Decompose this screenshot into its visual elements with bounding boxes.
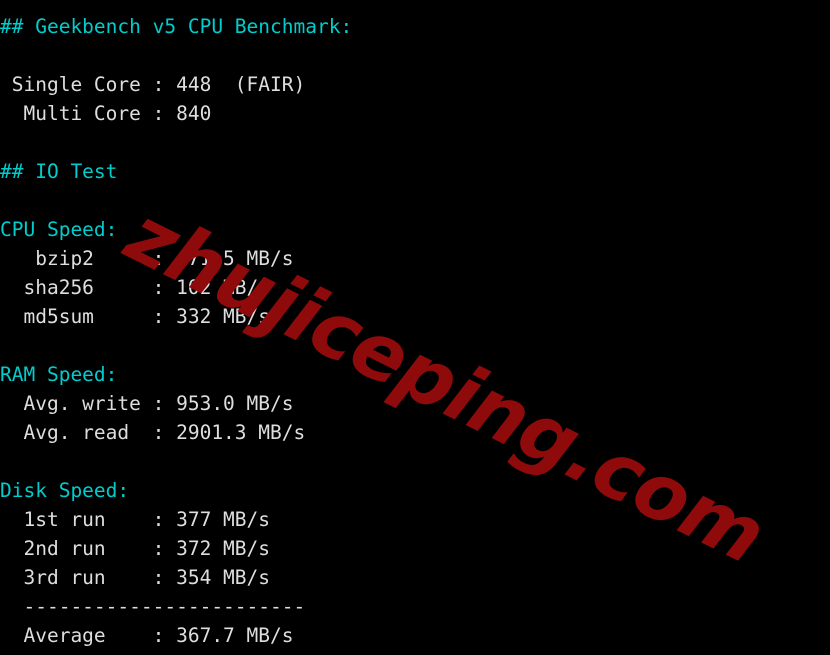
blank-2 [0, 128, 830, 157]
ram-read-row: Avg. read : 2901.3 MB/s [0, 421, 306, 444]
ram-write-row: Avg. write : 953.0 MB/s [0, 392, 294, 415]
disk-run-1-row: 1st run : 377 MB/s [0, 508, 271, 531]
md5sum-row: md5sum : 332 MB/s [0, 305, 271, 328]
disk-speed-heading: Disk Speed: [0, 479, 130, 502]
ram-speed-heading: RAM Speed: [0, 363, 118, 386]
sha256-row: sha256 : 102 MB/s [0, 276, 271, 299]
blank-3 [0, 186, 830, 215]
geekbench-heading: ## Geekbench v5 CPU Benchmark: [0, 15, 353, 38]
disk-run-2-row: 2nd run : 372 MB/s [0, 537, 271, 560]
blank-5 [0, 447, 830, 476]
blank-4 [0, 331, 830, 360]
io-test-heading: ## IO Test [0, 160, 118, 183]
multi-core-row: Multi Core : 840 [0, 102, 212, 125]
disk-separator: ------------------------ [0, 595, 306, 618]
cpu-speed-heading: CPU Speed: [0, 218, 118, 241]
single-core-row: Single Core : 448 (FAIR) [0, 73, 306, 96]
terminal-output-pane[interactable]: ## Geekbench v5 CPU Benchmark: Single Co… [0, 0, 830, 655]
disk-run-3-row: 3rd run : 354 MB/s [0, 566, 271, 589]
blank-1 [0, 41, 830, 70]
terminal-text-block: ## Geekbench v5 CPU Benchmark: Single Co… [0, 12, 830, 650]
bzip2-row: bzip2 : 71.5 MB/s [0, 247, 294, 270]
disk-average-row: Average : 367.7 MB/s [0, 624, 294, 647]
